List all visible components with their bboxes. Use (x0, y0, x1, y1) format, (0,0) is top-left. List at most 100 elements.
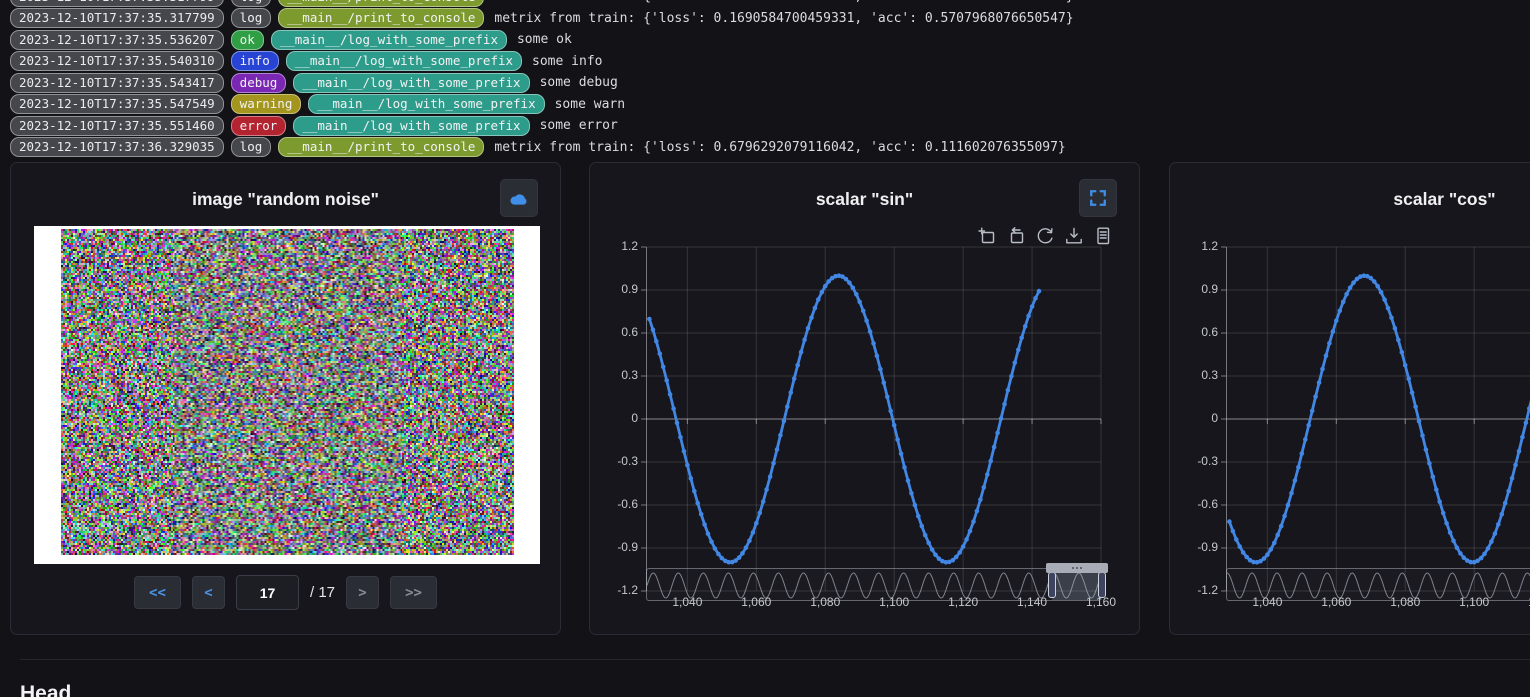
next-section-heading: Head (20, 682, 71, 697)
page-number-input[interactable] (236, 575, 299, 610)
scalar-sin-card: scalar "sin" 1.2 0.9 0.6 0.3 (589, 162, 1140, 635)
log-console: 2023-12-10T17:37:35.317799 log __main__/… (10, 0, 1530, 161)
log-timestamp: 2023-12-10T17:37:35.540310 (10, 51, 224, 71)
chart-toolbox (978, 227, 1112, 245)
y-axis-tick-label: -0.9 (590, 540, 638, 554)
log-level-badge: debug (231, 73, 287, 93)
y-axis-tick-label: -1.2 (1170, 583, 1218, 597)
y-axis-tick-label: -0.6 (1170, 497, 1218, 511)
log-timestamp: 2023-12-10T17:37:35.536207 (10, 30, 224, 50)
y-axis-tick-label: 0 (590, 411, 638, 425)
y-axis-tick-label: 1.2 (590, 239, 638, 253)
cloud-icon (509, 191, 529, 206)
log-message: some warn (555, 97, 625, 112)
y-axis-tick-label: -0.9 (1170, 540, 1218, 554)
line-chart (1226, 247, 1530, 591)
y-axis-tick-label: 0 (1170, 411, 1218, 425)
log-module-badge: __main__/print_to_console (278, 0, 484, 7)
log-module-badge: __main__/print_to_console (278, 137, 484, 157)
data-view-icon[interactable] (1094, 227, 1112, 245)
log-message: some ok (517, 32, 572, 47)
y-axis-tick-label: 1.2 (1170, 239, 1218, 253)
x-axis-tick-label: 1,140 (1006, 595, 1058, 609)
fullscreen-button[interactable] (1079, 179, 1117, 217)
log-module-badge: __main__/log_with_some_prefix (293, 116, 529, 136)
log-row: 2023-12-10T17:37:35.551460 error __main_… (10, 115, 1530, 137)
log-level-badge: log (231, 137, 272, 157)
log-row: 2023-12-10T17:37:35.540310 info __main__… (10, 51, 1530, 73)
x-axis-tick-label: 1,100 (1448, 595, 1500, 609)
y-axis-tick-label: -0.3 (1170, 454, 1218, 468)
y-axis-tick-label: -0.6 (590, 497, 638, 511)
last-page-button[interactable]: >> (390, 576, 437, 609)
log-message: some info (532, 54, 602, 69)
noise-image (61, 229, 514, 555)
area-zoom-icon[interactable] (978, 227, 996, 245)
log-level-badge: warning (231, 94, 302, 114)
log-level-badge: log (231, 0, 272, 7)
log-module-badge: __main__/log_with_some_prefix (308, 94, 544, 114)
log-module-badge: __main__/log_with_some_prefix (293, 73, 529, 93)
chart-title: scalar "cos" (1170, 189, 1530, 210)
log-row: 2023-12-10T17:37:35.317799 log __main__/… (10, 8, 1530, 30)
line-chart (646, 247, 1101, 591)
next-page-button[interactable]: > (346, 576, 379, 609)
x-axis-tick-label: 1,080 (1379, 595, 1431, 609)
x-axis-tick-label: 1,120 (1517, 595, 1530, 609)
image-pager: << < / 17 > >> (11, 575, 560, 610)
log-message: some debug (540, 75, 618, 90)
log-row: 2023-12-10T17:37:35.543417 debug __main_… (10, 72, 1530, 94)
log-message: some error (540, 118, 618, 133)
x-axis-tick-label: 1,040 (1241, 595, 1293, 609)
log-timestamp: 2023-12-10T17:37:36.329035 (10, 137, 224, 157)
datazoom-move-handle[interactable] (1046, 563, 1108, 573)
log-timestamp: 2023-12-10T17:37:35.317799 (10, 8, 224, 28)
log-timestamp: 2023-12-10T17:37:35.547549 (10, 94, 224, 114)
save-image-icon[interactable] (1065, 227, 1083, 245)
log-timestamp: 2023-12-10T17:37:35.551460 (10, 116, 224, 136)
y-axis-tick-label: -1.2 (590, 583, 638, 597)
log-level-badge: ok (231, 30, 264, 50)
app-root: 2023-12-10T17:37:35.317799 log __main__/… (0, 0, 1530, 697)
log-message: metrix from train: {'loss': 0.6796292079… (494, 140, 1065, 155)
y-axis-tick-label: 0.6 (1170, 325, 1218, 339)
log-row: 2023-12-10T17:37:35.547549 warning __mai… (10, 94, 1530, 116)
log-message: metrix from train: {'loss': 0.1690584700… (494, 0, 1073, 4)
image-card: image "random noise" << < / 17 > >> (10, 162, 561, 635)
x-axis-tick-label: 1,080 (799, 595, 851, 609)
x-axis-tick-label: 1,100 (868, 595, 920, 609)
y-axis-tick-label: 0.3 (1170, 368, 1218, 382)
log-row: 2023-12-10T17:37:35.317799 log __main__/… (10, 0, 1530, 8)
chart-title: scalar "sin" (590, 189, 1139, 210)
log-level-badge: log (231, 8, 272, 28)
log-module-badge: __main__/print_to_console (278, 8, 484, 28)
first-page-button[interactable]: << (134, 576, 181, 609)
y-axis-tick-label: 0.9 (1170, 282, 1218, 296)
y-axis-tick-label: 0.9 (590, 282, 638, 296)
x-axis-tick-label: 1,060 (730, 595, 782, 609)
page-total-label: / 17 (310, 584, 335, 601)
prev-page-button[interactable]: < (192, 576, 225, 609)
x-axis-tick-label: 1,160 (1075, 595, 1127, 609)
y-axis-tick-label: 0.3 (590, 368, 638, 382)
y-axis-tick-label: 0.6 (590, 325, 638, 339)
log-level-badge: error (231, 116, 287, 136)
log-level-badge: info (231, 51, 279, 71)
y-axis-tick-label: -0.3 (590, 454, 638, 468)
log-timestamp: 2023-12-10T17:37:35.543417 (10, 73, 224, 93)
image-card-title: image "random noise" (11, 189, 560, 210)
log-module-badge: __main__/log_with_some_prefix (286, 51, 522, 71)
log-message: metrix from train: {'loss': 0.1690584700… (494, 11, 1073, 26)
x-axis-tick-label: 1,040 (661, 595, 713, 609)
zoom-undo-icon[interactable] (1007, 227, 1025, 245)
cloud-download-button[interactable] (500, 179, 538, 217)
x-axis-tick-label: 1,120 (937, 595, 989, 609)
log-row: 2023-12-10T17:37:36.329035 log __main__/… (10, 137, 1530, 159)
fullscreen-icon (1089, 189, 1107, 207)
log-module-badge: __main__/log_with_some_prefix (271, 30, 507, 50)
image-figure (34, 226, 540, 564)
x-axis-tick-label: 1,060 (1310, 595, 1362, 609)
restore-icon[interactable] (1036, 227, 1054, 245)
scalar-cos-card: scalar "cos" 1.2 0.9 0.6 0.3 (1169, 162, 1530, 635)
log-row: 2023-12-10T17:37:35.536207 ok __main__/l… (10, 29, 1530, 51)
